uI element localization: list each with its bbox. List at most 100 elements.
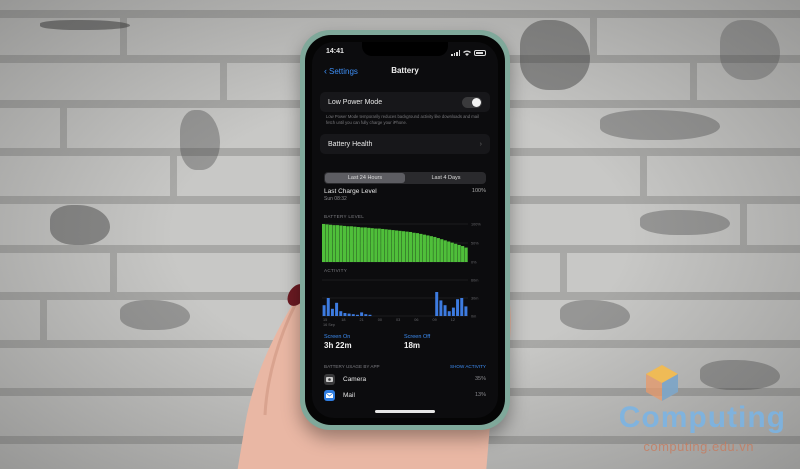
battery-level-bar — [342, 225, 347, 262]
battery-level-bar — [325, 224, 329, 262]
x-tick-label: 15 — [323, 318, 327, 322]
battery-level-label: BATTERY LEVEL — [324, 214, 365, 219]
battery-health-label: Battery Health — [328, 140, 373, 148]
battery-level-bar — [346, 226, 350, 262]
battery-level-bar — [436, 238, 440, 262]
tab-last-4-days[interactable]: Last 4 Days — [406, 172, 486, 184]
x-tick-label: 03 — [396, 318, 400, 322]
activity-bar — [360, 312, 364, 316]
battery-level-bar — [401, 231, 406, 262]
battery-level-bar — [415, 233, 420, 262]
home-indicator — [375, 410, 435, 413]
app-row-camera[interactable]: Camera 35% — [324, 372, 486, 386]
range-segmented-control: Last 24 Hours Last 4 Days — [324, 172, 486, 184]
battery-level-bar — [426, 235, 430, 262]
battery-level-bar — [447, 241, 451, 262]
battery-level-bar — [349, 226, 353, 262]
battery-level-bar — [457, 244, 461, 262]
chevron-right-icon: › — [479, 140, 482, 148]
y-tick-label: 30m — [471, 297, 478, 301]
activity-bar — [368, 314, 372, 316]
y-tick-label: 0% — [471, 261, 477, 265]
activity-bar — [355, 314, 359, 316]
battery-level-bar — [433, 236, 437, 262]
last-charge-time: Sun 08:32 — [324, 196, 347, 202]
app-name: Mail — [343, 391, 355, 399]
battery-level-bar — [322, 224, 326, 262]
x-tick-label: 06 — [414, 318, 418, 322]
battery-level-bar — [381, 228, 385, 262]
battery-level-bar — [405, 231, 409, 262]
battery-level-bar — [454, 243, 458, 262]
battery-level-bar — [461, 246, 465, 262]
signal-icon — [451, 50, 460, 56]
screen-on-label: Screen On — [324, 334, 351, 340]
activity-bar — [347, 313, 351, 316]
battery-level-bar — [360, 227, 364, 262]
activity-bar — [351, 314, 355, 316]
watermark-brand: Computing — [618, 401, 786, 434]
battery-icon — [474, 50, 486, 56]
battery-level-bar — [353, 226, 357, 262]
battery-level-bar — [335, 225, 340, 262]
battery-level-bar — [412, 232, 416, 262]
app-row-mail[interactable]: Mail 13% — [324, 388, 486, 402]
low-power-toggle[interactable] — [462, 96, 482, 108]
activity-bar — [435, 292, 439, 316]
activity-bar — [335, 302, 339, 316]
activity-bar — [330, 308, 334, 316]
x-tick-label: 00 — [378, 318, 382, 322]
date-label: 16 Sep — [323, 323, 335, 327]
battery-level-bar — [443, 240, 447, 262]
status-bar: 14:41 — [326, 48, 486, 58]
screen-off-value: 18m — [404, 341, 421, 350]
watermark-url: computing.edu.vn — [643, 439, 754, 454]
last-charge-label: Last Charge Level — [324, 188, 377, 195]
low-power-note: Low Power Mode temporarily reduces backg… — [326, 114, 479, 125]
y-tick-label: 100% — [471, 223, 481, 227]
battery-level-bar — [408, 231, 413, 262]
status-time: 14:41 — [326, 48, 344, 55]
x-tick-label: 18 — [341, 318, 345, 322]
battery-level-bar — [384, 229, 388, 262]
battery-level-chart: 100% 50% 0% — [322, 223, 481, 265]
activity-bar — [322, 305, 326, 316]
activity-bar — [443, 305, 447, 316]
activity-chart: 60m 30m 0m 15 18 21 00 03 06 09 12 16 Sep — [322, 279, 478, 327]
battery-level-bar — [363, 227, 367, 262]
app-percent: 13% — [474, 392, 486, 398]
x-tick-label: 21 — [360, 318, 364, 322]
low-power-label: Low Power Mode — [328, 98, 383, 106]
battery-level-bar — [328, 224, 333, 262]
usage-title: BATTERY USAGE BY APP — [324, 364, 380, 369]
phone-screen: 14:41 ‹ Settings Battery Low Power Mode … — [312, 42, 498, 418]
battery-level-bar — [429, 236, 433, 262]
tab-last-24-hours[interactable]: Last 24 Hours — [325, 173, 405, 183]
activity-bar — [326, 298, 330, 316]
activity-bar — [439, 300, 443, 316]
y-tick-label: 50% — [471, 242, 479, 246]
battery-health-row[interactable]: Battery Health › — [320, 134, 490, 154]
last-charge-value: 100% — [471, 188, 486, 194]
battery-level-bar — [398, 230, 402, 262]
y-tick-label: 0m — [471, 315, 476, 319]
activity-bar — [456, 299, 460, 316]
activity-bar — [343, 313, 347, 316]
watermark: Computing computing.edu.vn — [546, 363, 786, 463]
screen-off-label: Screen Off — [404, 334, 431, 340]
app-percent: 35% — [474, 376, 486, 382]
show-activity-link[interactable]: SHOW ACTIVITY — [450, 364, 486, 369]
battery-level-bar — [440, 239, 444, 262]
watermark-logo-icon — [646, 365, 678, 401]
battery-level-bar — [377, 228, 381, 262]
battery-level-bar — [395, 230, 399, 262]
battery-level-bar — [419, 233, 423, 262]
screen-on-block: Screen On 3h 22m — [324, 334, 352, 350]
y-tick-label: 60m — [471, 279, 478, 283]
activity-bar — [447, 311, 451, 316]
battery-level-bar — [339, 225, 343, 262]
battery-level-bar — [356, 227, 360, 262]
activity-bar — [364, 314, 368, 316]
mail-icon — [324, 389, 335, 401]
app-name: Camera — [343, 375, 367, 383]
